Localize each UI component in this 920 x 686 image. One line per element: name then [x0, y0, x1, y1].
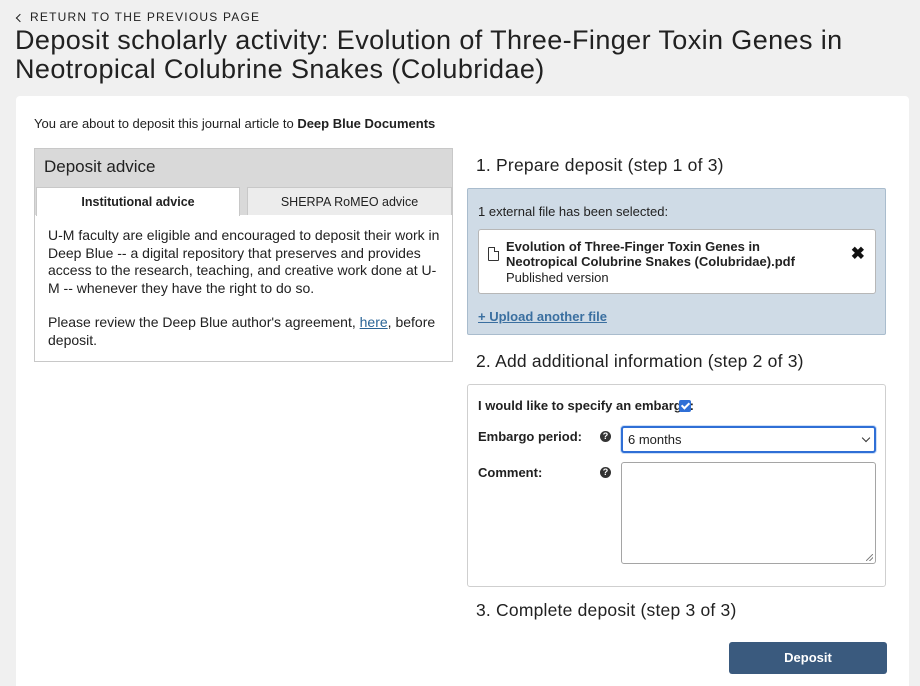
embargo-checkbox-label: I would like to specify an embargo: [478, 398, 694, 413]
document-icon [488, 247, 499, 261]
close-x-icon[interactable]: ✖ [851, 244, 865, 264]
upload-another-file-link[interactable]: + Upload another file [478, 309, 607, 324]
deposit-button[interactable]: Deposit [729, 642, 887, 674]
help-icon[interactable]: ? [600, 467, 611, 478]
deposit-advice-panel: Deposit advice Institutional advice SHER… [34, 148, 453, 362]
back-link[interactable]: RETURN TO THE PREVIOUS PAGE [15, 10, 260, 24]
comment-textarea[interactable] [621, 462, 876, 564]
chevron-left-icon [15, 13, 25, 22]
resize-grip-icon[interactable] [866, 554, 873, 561]
file-version: Published version [506, 270, 609, 285]
back-link-label: RETURN TO THE PREVIOUS PAGE [30, 10, 261, 24]
additional-info-box: I would like to specify an embargo: Emba… [467, 384, 886, 587]
intro-prefix: You are about to deposit this journal ar… [34, 116, 298, 131]
embargo-checkbox[interactable] [679, 400, 691, 412]
deposit-card: You are about to deposit this journal ar… [16, 96, 909, 686]
embargo-period-select[interactable]: 6 months [621, 426, 876, 453]
selected-file-card: Evolution of Three-Finger Toxin Genes in… [478, 229, 876, 294]
help-icon[interactable]: ? [600, 431, 611, 442]
page-title: Deposit scholarly activity: Evolution of… [15, 25, 843, 84]
step3-title: 3. Complete deposit (step 3 of 3) [476, 600, 737, 620]
advice-paragraph-eligibility: U-M faculty are eligible and encouraged … [48, 227, 440, 296]
advice-paragraph-agreement: Please review the Deep Blue author's agr… [48, 314, 440, 349]
embargo-period-value: 6 months [628, 432, 682, 447]
file-name: Evolution of Three-Finger Toxin Genes in… [506, 239, 795, 269]
advice-tabs: Institutional advice SHERPA RoMEO advice [35, 187, 452, 216]
agreement-prefix: Please review the Deep Blue author's agr… [48, 314, 360, 330]
prepare-deposit-box: 1 external file has been selected: Evolu… [467, 188, 886, 335]
repository-name: Deep Blue Documents [297, 116, 436, 131]
tab-sherpa-romeo-advice[interactable]: SHERPA RoMEO advice [247, 187, 452, 215]
comment-label: Comment: [478, 465, 543, 480]
tab-institutional-advice[interactable]: Institutional advice [36, 187, 240, 216]
advice-body: U-M faculty are eligible and encouraged … [48, 227, 440, 349]
chevron-down-icon [861, 433, 871, 443]
step1-title: 1. Prepare deposit (step 1 of 3) [476, 155, 724, 175]
selected-files-note: 1 external file has been selected: [478, 204, 669, 219]
agreement-link[interactable]: here [360, 314, 388, 330]
advice-heading: Deposit advice [35, 149, 452, 187]
intro-text: You are about to deposit this journal ar… [34, 116, 435, 131]
embargo-period-label: Embargo period: [478, 429, 583, 444]
step2-title: 2. Add additional information (step 2 of… [476, 351, 804, 371]
